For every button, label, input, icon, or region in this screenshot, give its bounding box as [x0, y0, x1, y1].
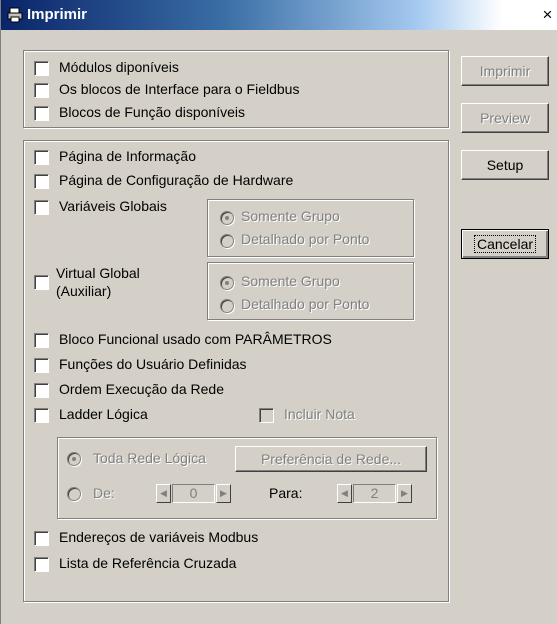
para-increment-icon[interactable]: ▶	[397, 484, 412, 503]
pagina-info-label: Página de Informação	[59, 148, 196, 164]
vgx-detalhado-label: Detalhado por Ponto	[241, 296, 370, 312]
de-value-field[interactable]: 0	[172, 484, 215, 503]
virtual-global-label-1: Virtual Global	[56, 265, 140, 281]
imprimir-label: Imprimir	[479, 63, 531, 79]
vgx-detalhado-radio[interactable]	[220, 299, 234, 313]
print-dialog: Imprimir × Módulos diponíveis Os blocos …	[0, 0, 557, 624]
ladder-checkbox[interactable]	[34, 408, 49, 423]
bloco-funcional-label: Bloco Funcional usado com PARÂMETROS	[59, 331, 332, 347]
enderecos-modbus-checkbox[interactable]	[34, 531, 49, 546]
vgx-somente-grupo-label: Somente Grupo	[241, 273, 340, 289]
bloco-funcional-checkbox[interactable]	[34, 333, 49, 348]
para-value-field[interactable]: 2	[353, 484, 396, 503]
lista-referencia-label: Lista de Referência Cruzada	[59, 555, 237, 571]
vg-detalhado-radio[interactable]	[220, 234, 234, 248]
de-radio[interactable]	[67, 487, 81, 501]
blocos-interface-checkbox[interactable]	[34, 83, 49, 98]
vg-detalhado-label: Detalhado por Ponto	[241, 231, 370, 247]
lista-referencia-checkbox[interactable]	[34, 557, 49, 572]
pagina-config-checkbox[interactable]	[34, 174, 49, 189]
cancelar-label: Cancelar	[473, 235, 537, 253]
ordem-execucao-label: Ordem Execução da Rede	[59, 381, 224, 397]
blocos-interface-label: Os blocos de Interface para o Fieldbus	[59, 81, 300, 97]
variaveis-globais-label: Variáveis Globais	[59, 198, 167, 214]
close-icon: ×	[542, 5, 553, 24]
funcoes-usuario-checkbox[interactable]	[34, 358, 49, 373]
vg-somente-grupo-radio[interactable]	[220, 211, 234, 225]
toda-rede-label: Toda Rede Lógica	[93, 450, 206, 466]
variaveis-globais-checkbox[interactable]	[34, 200, 49, 215]
de-decrement-icon[interactable]: ◀	[156, 484, 171, 503]
toda-rede-radio[interactable]	[67, 452, 81, 466]
pagina-info-checkbox[interactable]	[34, 150, 49, 165]
funcoes-usuario-label: Funções do Usuário Definidas	[59, 356, 247, 372]
para-decrement-icon[interactable]: ◀	[337, 484, 352, 503]
printer-icon	[7, 7, 23, 23]
pagina-config-label: Página de Configuração de Hardware	[59, 172, 294, 188]
blocos-funcao-checkbox[interactable]	[34, 106, 49, 121]
modulos-label: Módulos diponíveis	[59, 59, 179, 75]
virtual-global-label-2: (Auxiliar)	[56, 283, 112, 299]
incluir-nota-label: Incluir Nota	[284, 406, 355, 422]
title-bar[interactable]: Imprimir ×	[1, 0, 557, 30]
para-label: Para:	[269, 485, 303, 501]
de-increment-icon[interactable]: ▶	[216, 484, 231, 503]
ladder-label: Ladder Lógica	[59, 406, 148, 422]
virtual-global-checkbox[interactable]	[34, 275, 49, 290]
incluir-nota-checkbox[interactable]	[259, 408, 274, 423]
preview-button[interactable]: Preview	[461, 103, 549, 133]
window-title: Imprimir	[27, 6, 88, 23]
preview-label: Preview	[480, 110, 530, 126]
vg-somente-grupo-label: Somente Grupo	[241, 208, 340, 224]
preferencia-rede-label: Preferência de Rede...	[260, 451, 402, 467]
close-button[interactable]: ×	[537, 4, 557, 26]
ordem-execucao-checkbox[interactable]	[34, 383, 49, 398]
vgx-somente-grupo-radio[interactable]	[220, 276, 234, 290]
de-label: De:	[93, 485, 115, 501]
setup-label: Setup	[486, 157, 524, 173]
modulos-checkbox[interactable]	[34, 61, 49, 76]
setup-button[interactable]: Setup	[461, 150, 549, 180]
cancelar-button[interactable]: Cancelar	[461, 229, 549, 259]
blocos-funcao-label: Blocos de Função disponíveis	[59, 104, 245, 120]
preferencia-rede-button[interactable]: Preferência de Rede...	[235, 446, 427, 472]
imprimir-button[interactable]: Imprimir	[461, 56, 549, 86]
enderecos-modbus-label: Endereços de variáveis Modbus	[59, 529, 259, 545]
